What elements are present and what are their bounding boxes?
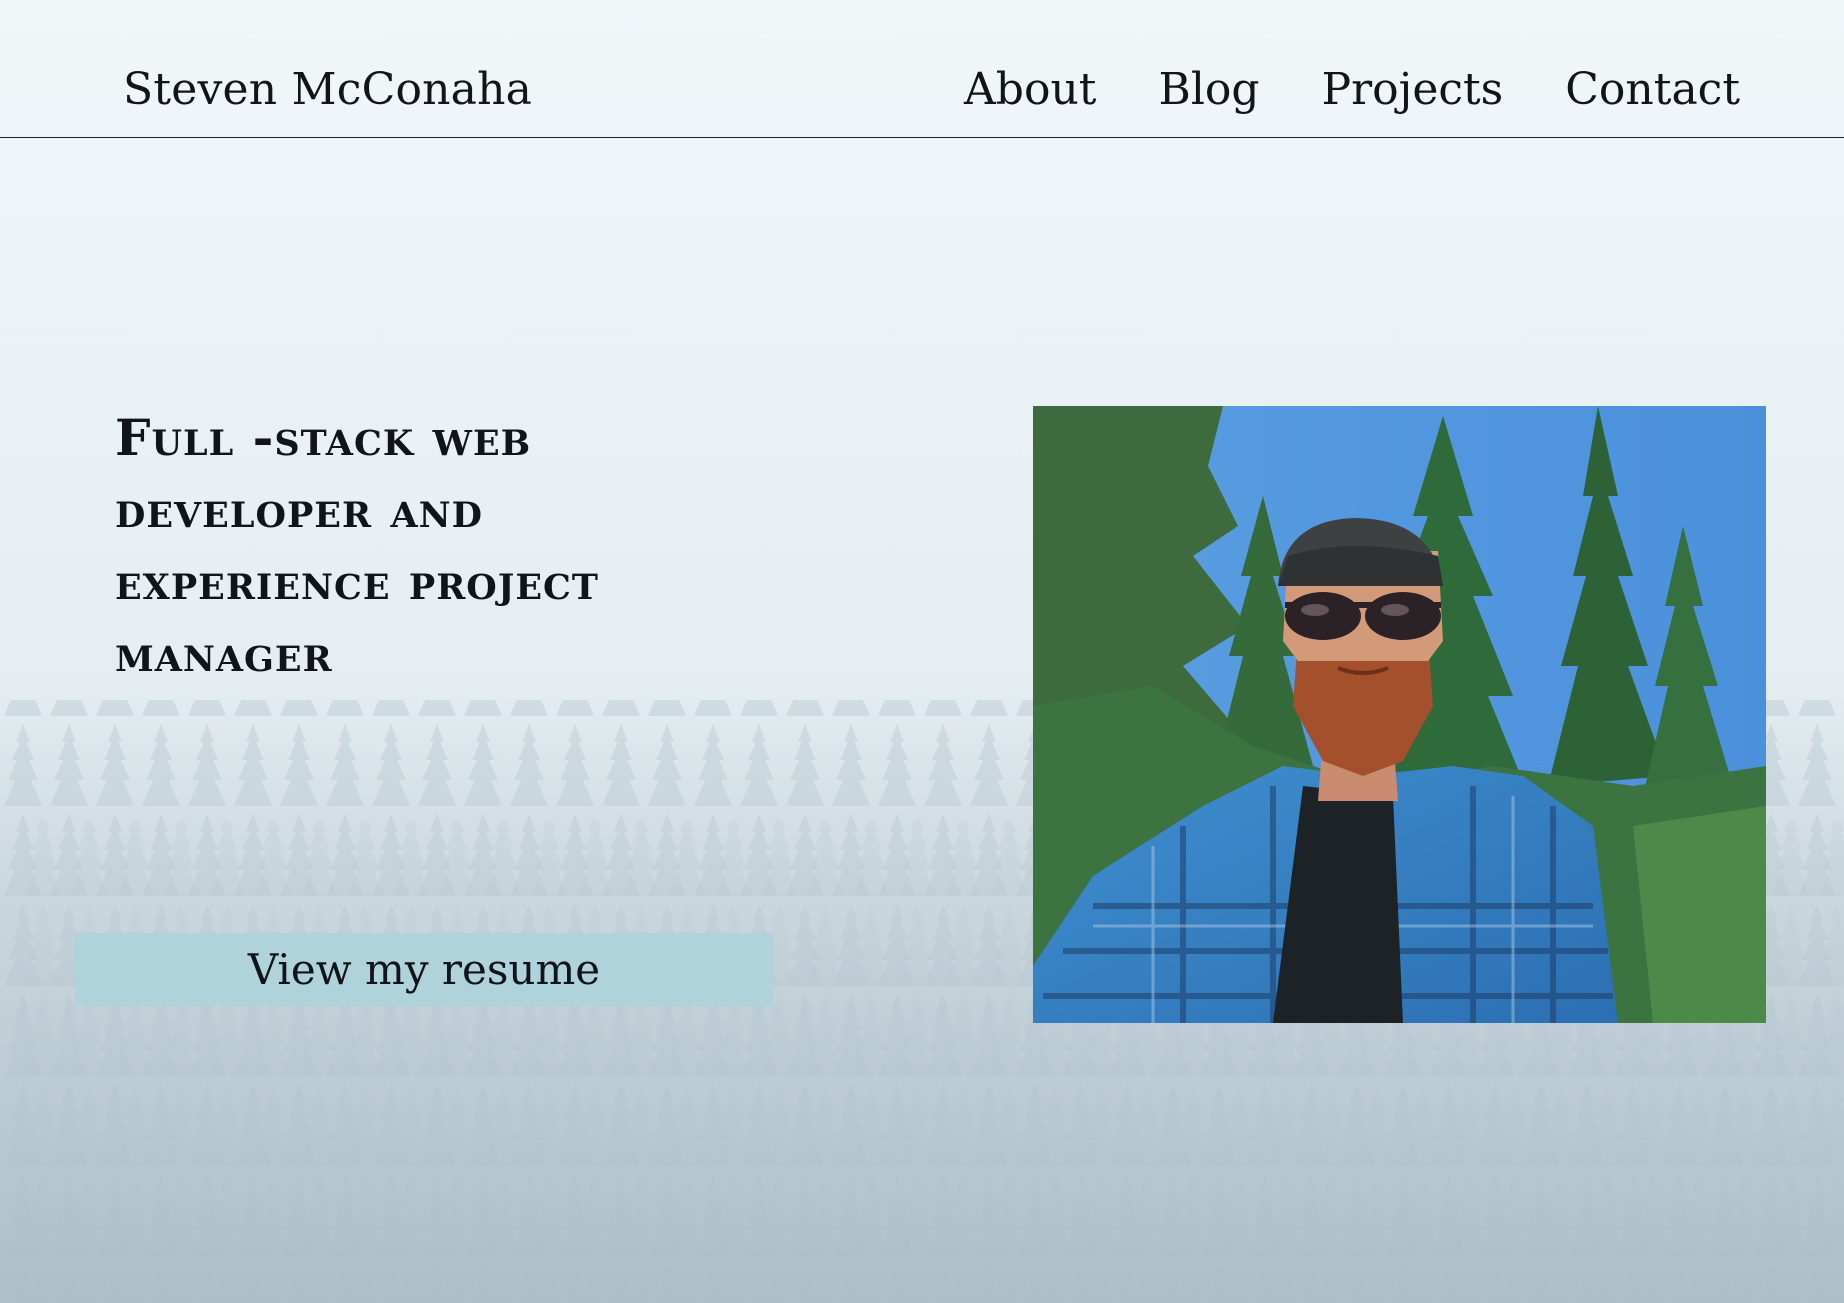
nav-contact-link[interactable]: Contact	[1565, 64, 1740, 115]
nav-about-link[interactable]: About	[964, 64, 1096, 115]
site-header: Steven McConaha About Blog Projects Cont…	[0, 0, 1844, 138]
site-title-link[interactable]: Steven McConaha	[123, 64, 532, 115]
view-resume-button[interactable]: View my resume	[75, 933, 773, 1006]
hero-headline: Full -stack web developer and experience…	[115, 408, 599, 683]
nav-blog-link[interactable]: Blog	[1158, 64, 1259, 115]
main-nav: About Blog Projects Contact	[964, 64, 1740, 115]
profile-photo	[1033, 406, 1766, 1023]
nav-projects-link[interactable]: Projects	[1322, 64, 1504, 115]
